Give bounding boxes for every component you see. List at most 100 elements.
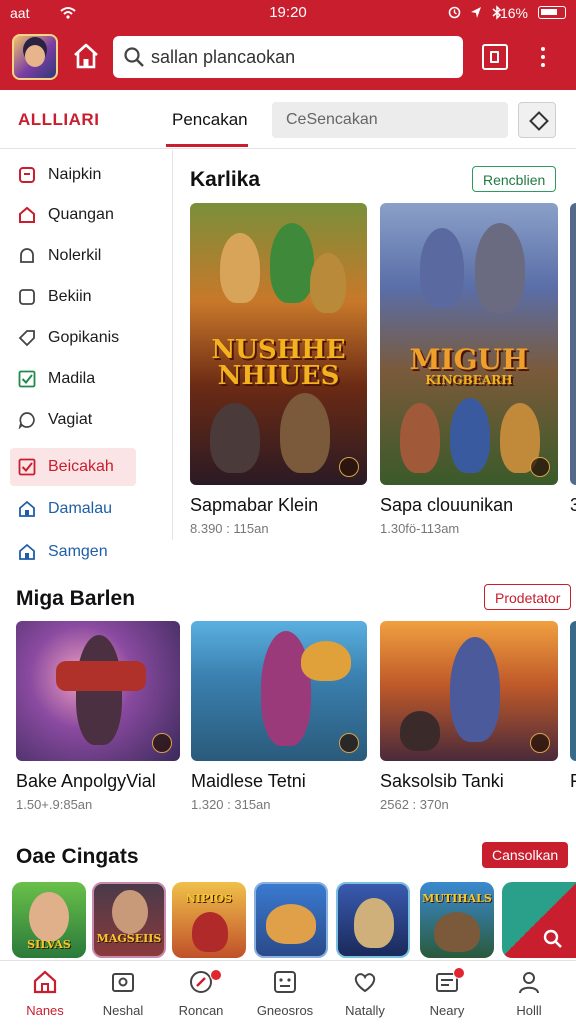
app-icon-label: MUTIHALS: [422, 892, 492, 905]
square-icon: [19, 289, 35, 305]
alarm-icon: [448, 6, 461, 19]
bell-icon: [20, 248, 34, 263]
check-icon: [18, 370, 36, 388]
card-title: F: [570, 771, 576, 791]
brand-label[interactable]: ALLLIARI: [18, 110, 99, 130]
news-icon: [112, 973, 134, 992]
sidebar-item-label: Quangan: [48, 206, 114, 223]
section-title-oae-cingats: Oae Cingats: [16, 845, 139, 868]
game-card-6[interactable]: [380, 621, 558, 761]
sidebar-item-quangan[interactable]: Quangan: [10, 196, 136, 234]
app-icon-6[interactable]: MUTIHALS: [420, 882, 494, 958]
window-button[interactable]: [482, 44, 508, 70]
tab-pencakan[interactable]: Pencakan: [172, 110, 248, 130]
app-bar: [0, 26, 576, 90]
app-icon-label: SILVAS: [27, 938, 71, 951]
home-icon: [19, 206, 35, 223]
game-card-7[interactable]: [570, 621, 576, 761]
sidebar-item-bekiin[interactable]: Bekiin: [10, 278, 136, 316]
section1-action-button[interactable]: Rencblien: [472, 166, 557, 192]
chat-icon: [18, 412, 35, 429]
nav-item-gneosros[interactable]: Gneosros: [245, 961, 325, 1025]
sidebar-item-label: Bekiin: [48, 288, 92, 305]
sidebar-item-label: Samgen: [48, 543, 108, 560]
home-icon: [33, 970, 57, 994]
nav-label: Natally: [345, 1003, 385, 1018]
window-icon: [490, 51, 499, 63]
notification-badge: [210, 969, 222, 981]
filter-button[interactable]: [518, 102, 556, 138]
nav-item-neshal[interactable]: Neshal: [83, 961, 163, 1025]
user-icon: [519, 972, 539, 994]
sidebar-item-label: Nolerkil: [48, 247, 102, 264]
clock: 19:20: [269, 4, 307, 21]
avatar[interactable]: [12, 34, 58, 80]
card-meta: 1.30fö-113am: [380, 521, 460, 536]
game-card-3[interactable]: [570, 203, 576, 485]
nav-item-nanes[interactable]: Nanes: [5, 961, 85, 1025]
sidebar-item-nolerkil[interactable]: Nolerkil: [10, 237, 136, 275]
app-icon-3[interactable]: NIPIOS: [172, 882, 246, 958]
sidebar-item-naipkin[interactable]: Naipkin: [10, 156, 136, 194]
heart-icon: [354, 973, 376, 993]
rating-badge: [530, 457, 550, 477]
game-card-2[interactable]: MIGUH KINGBEARH: [380, 203, 558, 485]
sidebar-item-label: Beicakah: [48, 458, 114, 475]
sidebar-item-beicakah[interactable]: Beicakah: [10, 448, 136, 486]
nav-item-holll[interactable]: Holll: [489, 961, 569, 1025]
card-title: Sapmabar Klein: [190, 495, 319, 515]
card-title: 3: [570, 495, 576, 515]
bookmark-icon: [19, 167, 35, 183]
battery-percent: 16%: [499, 5, 528, 21]
game-card-4[interactable]: [16, 621, 180, 761]
status-bar: aat 19:20 16%: [0, 0, 576, 26]
sidebar-item-damalau[interactable]: Damalau: [10, 490, 136, 528]
rating-badge: [530, 733, 550, 753]
app-icon-label: NIPIOS: [185, 892, 233, 905]
sidebar-item-madila[interactable]: Madila: [10, 360, 136, 398]
app-icon-4[interactable]: [254, 882, 328, 958]
nav-item-natally[interactable]: Natally: [325, 961, 405, 1025]
rating-badge: [339, 457, 359, 477]
section2-action-button[interactable]: Prodetator: [484, 584, 572, 610]
location-icon: [471, 7, 481, 18]
notification-badge: [453, 967, 465, 979]
sidebar-item-gopikanis[interactable]: Gopikanis: [10, 319, 136, 357]
app-icon-2[interactable]: MAGSEIIS: [92, 882, 166, 958]
cover-subtitle: NHIUES: [217, 361, 340, 391]
grid-icon: [274, 971, 296, 993]
home-icon[interactable]: [70, 40, 102, 72]
sidebar-item-label: Naipkin: [48, 166, 102, 183]
house-icon: [19, 543, 35, 560]
card-meta: 8.390 : 115an: [190, 521, 269, 536]
nav-label: Neary: [429, 1003, 465, 1018]
tab-cesencakan[interactable]: CeSencakan: [272, 102, 508, 138]
sidebar-item-label: Gopikanis: [48, 329, 120, 346]
card-title: Saksolsib Tanki: [380, 771, 504, 791]
nav-label: Nanes: [26, 1003, 64, 1018]
diamond-icon: [529, 111, 549, 131]
sidebar-item-vagiat[interactable]: Vagiat: [10, 401, 136, 439]
game-card-1[interactable]: NUSHHE NHIUES: [190, 203, 367, 485]
card-title: Bake AnpolgyVial: [16, 771, 156, 791]
search-input[interactable]: [151, 36, 451, 78]
nav-item-roncan[interactable]: Roncan: [161, 961, 241, 1025]
sidebar-item-label: Vagiat: [48, 411, 93, 428]
search-bar[interactable]: [113, 36, 463, 78]
app-icon-1[interactable]: SILVAS: [12, 882, 86, 958]
nav-label: Roncan: [178, 1003, 224, 1018]
battery-icon: [538, 6, 566, 19]
more-menu-button[interactable]: [536, 44, 550, 70]
game-card-5[interactable]: [191, 621, 367, 761]
active-tab-indicator: [166, 144, 248, 147]
nav-item-neary[interactable]: Neary: [407, 961, 487, 1025]
tab-row: ALLLIARI Pencakan CeSencakan: [0, 90, 576, 149]
checkbox-icon: [18, 458, 36, 476]
card-meta: 2562 : 370n: [380, 797, 449, 812]
sidebar: Naipkin Quangan Nolerkil Bekiin Gopikani…: [0, 150, 173, 560]
app-icon-5[interactable]: [336, 882, 410, 958]
nav-label: Holll: [516, 1003, 542, 1018]
app-icon-7[interactable]: [502, 882, 576, 958]
sidebar-item-samgen[interactable]: Samgen: [10, 533, 136, 571]
section3-action-button[interactable]: Cansolkan: [482, 842, 569, 868]
